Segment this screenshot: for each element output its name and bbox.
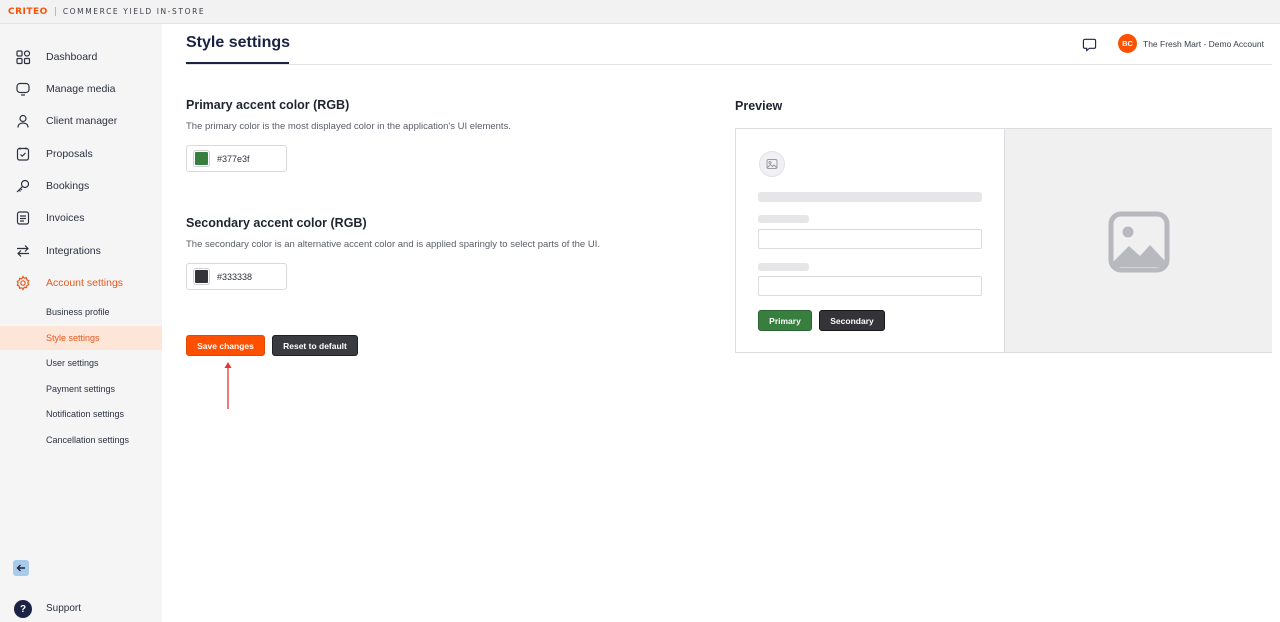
arrows-swap-icon	[17, 245, 29, 257]
sidebar-subitem-notification-settings[interactable]: Notification settings	[0, 402, 162, 426]
secondary-color-value: #333338	[217, 272, 253, 282]
preview-secondary-button: Secondary	[819, 310, 885, 331]
sidebar-item-label: Account settings	[46, 277, 124, 289]
preview-skeleton-label	[758, 215, 809, 223]
sidebar-item-bookings[interactable]: Bookings	[0, 172, 162, 200]
brand-divider	[54, 7, 56, 16]
support-link[interactable]: ? Support	[0, 598, 162, 620]
sidebar-subitem-label: Style settings	[46, 333, 100, 343]
preview-title: Preview	[735, 99, 783, 113]
reset-to-default-button[interactable]: Reset to default	[272, 335, 358, 356]
sidebar-item-label: Invoices	[46, 212, 85, 224]
sidebar-subitem-user-settings[interactable]: User settings	[0, 351, 162, 375]
invoice-icon	[16, 211, 30, 225]
proposal-icon	[16, 147, 30, 161]
primary-color-input[interactable]: #377e3f	[186, 145, 287, 172]
save-changes-button[interactable]: Save changes	[186, 335, 265, 356]
sidebar-subitem-label: Notification settings	[46, 409, 125, 419]
sidebar-subitem-payment-settings[interactable]: Payment settings	[0, 377, 162, 401]
monitor-icon	[16, 82, 30, 96]
image-placeholder-icon	[766, 159, 778, 169]
brand-logo[interactable]: CRITEO	[8, 7, 48, 17]
sidebar-item-label: Proposals	[46, 148, 93, 160]
preview-image-area	[1004, 129, 1272, 352]
header-divider	[186, 64, 1272, 65]
preview-input	[758, 229, 982, 249]
preview-avatar	[759, 151, 785, 177]
secondary-color-title: Secondary accent color (RGB)	[186, 216, 367, 230]
image-placeholder-icon	[1108, 211, 1170, 273]
support-label: Support	[46, 603, 82, 614]
preview-primary-button: Primary	[758, 310, 812, 331]
collapse-sidebar-button[interactable]	[13, 560, 29, 576]
preview-skeleton-heading	[758, 192, 982, 202]
primary-color-value: #377e3f	[217, 154, 250, 164]
sidebar-item-label: Bookings	[46, 180, 90, 192]
preview-input	[758, 276, 982, 296]
user-icon	[17, 114, 29, 128]
annotation-arrow	[224, 362, 232, 409]
sidebar-item-label: Manage media	[46, 83, 116, 95]
secondary-color-swatch[interactable]	[194, 269, 209, 284]
sidebar-subitem-cancellation-settings[interactable]: Cancellation settings	[0, 428, 162, 452]
sidebar-item-client-manager[interactable]: Client manager	[0, 107, 162, 135]
page-title: Style settings	[186, 34, 291, 51]
sidebar-subitem-label: Cancellation settings	[46, 435, 130, 445]
gear-icon	[16, 275, 30, 291]
sidebar-item-dashboard[interactable]: Dashboard	[0, 43, 162, 71]
top-bar: CRITEO COMMERCE YIELD IN-STORE	[0, 0, 1280, 24]
dashboard-grid-icon	[16, 50, 31, 65]
sidebar-subitem-label: Business profile	[46, 307, 110, 317]
sidebar-item-proposals[interactable]: Proposals	[0, 140, 162, 168]
sidebar-subitem-business-profile[interactable]: Business profile	[0, 300, 162, 324]
preview-skeleton-label	[758, 263, 809, 271]
sidebar-subitem-label: Payment settings	[46, 384, 116, 394]
sidebar-item-label: Dashboard	[46, 51, 98, 63]
product-name: COMMERCE YIELD IN-STORE	[62, 7, 206, 16]
sidebar-item-integrations[interactable]: Integrations	[0, 237, 162, 265]
primary-color-description: The primary color is the most displayed …	[186, 121, 511, 132]
arrow-left-icon	[16, 564, 25, 572]
sidebar-subitem-style-settings[interactable]: Style settings	[0, 326, 162, 350]
sidebar-item-invoices[interactable]: Invoices	[0, 204, 162, 232]
account-avatar[interactable]: BC	[1118, 34, 1137, 53]
sidebar-item-label: Integrations	[46, 245, 101, 257]
sidebar-subitem-label: User settings	[46, 358, 99, 368]
primary-color-swatch[interactable]	[194, 151, 209, 166]
sidebar-item-manage-media[interactable]: Manage media	[0, 75, 162, 103]
primary-color-title: Primary accent color (RGB)	[186, 98, 350, 112]
key-icon	[16, 179, 30, 193]
sidebar-item-account-settings[interactable]: Account settings	[0, 269, 162, 297]
preview-panel: Primary Secondary	[735, 128, 1272, 353]
secondary-color-description: The secondary color is an alternative ac…	[186, 239, 600, 250]
account-name[interactable]: The Fresh Mart - Demo Account	[1143, 39, 1264, 49]
secondary-color-input[interactable]: #333338	[186, 263, 287, 290]
help-icon: ?	[14, 600, 32, 618]
chat-icon[interactable]	[1082, 37, 1097, 52]
sidebar: Dashboard Manage media Client manager Pr…	[0, 24, 162, 622]
sidebar-item-label: Client manager	[46, 115, 118, 127]
